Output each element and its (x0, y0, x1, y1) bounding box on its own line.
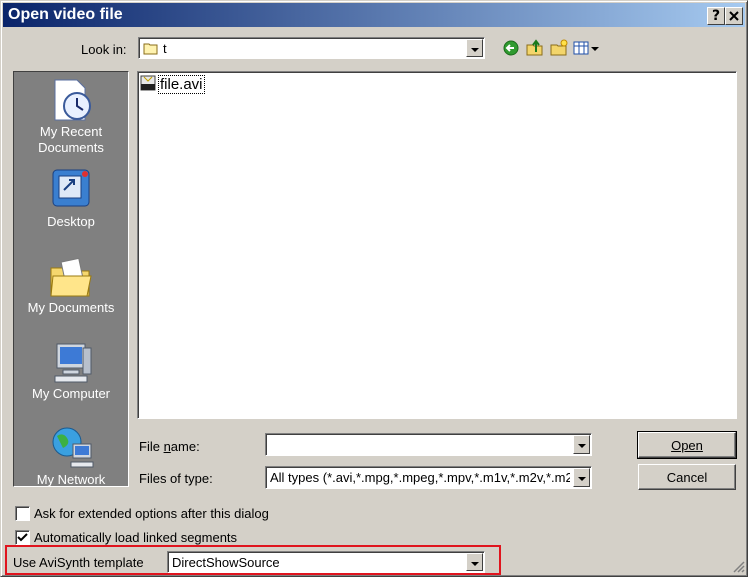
places-bar: My Recent Documents Desktop My Documents… (13, 71, 129, 487)
my-network-icon (52, 427, 94, 468)
my-computer-icon (54, 343, 92, 383)
place-desktop[interactable]: Desktop (14, 166, 128, 230)
files-of-type-combo[interactable]: All types (*.avi,*.mpg,*.mpeg,*.mpv,*.m1… (265, 466, 592, 489)
file-list[interactable]: file.avi (137, 71, 737, 419)
avisynth-template-label: Use AviSynth template (13, 555, 144, 570)
place-label: My Network (36, 472, 106, 487)
look-in-value: t (163, 41, 167, 56)
open-button[interactable]: Open (637, 431, 737, 459)
place-my-network[interactable]: My Network (14, 424, 128, 487)
folder-icon (143, 43, 158, 55)
look-in-label: Look in: (81, 42, 127, 57)
desktop-icon (52, 169, 90, 207)
recent-documents-icon (54, 79, 91, 121)
file-name-label: File name: (139, 439, 200, 454)
resize-grip-icon[interactable] (731, 559, 745, 573)
avi-file-icon (140, 75, 156, 91)
extended-options-label: Ask for extended options after this dial… (34, 506, 269, 521)
window-title: Open video file (8, 6, 123, 23)
file-name-combo[interactable] (265, 433, 592, 456)
file-name-dropdown-button[interactable] (573, 435, 590, 454)
place-label: My Documents (27, 300, 115, 315)
file-name-label: file.avi (158, 75, 205, 94)
checkmark-icon (17, 533, 28, 542)
look-in-combo[interactable]: t (138, 37, 485, 59)
close-icon (729, 11, 739, 21)
back-icon[interactable] (501, 39, 521, 57)
my-documents-icon (50, 257, 92, 297)
place-label: Desktop (47, 214, 95, 229)
avisynth-template-combo[interactable]: DirectShowSource (167, 551, 485, 573)
place-my-computer[interactable]: My Computer (14, 338, 128, 402)
file-name-input[interactable] (268, 436, 568, 451)
title-bar[interactable]: Open video file ? (3, 3, 745, 27)
avisynth-template-value: DirectShowSource (172, 555, 280, 570)
files-of-type-dropdown-button[interactable] (573, 468, 590, 487)
files-of-type-label: Files of type: (139, 471, 213, 486)
open-button-label: Open (671, 438, 703, 453)
linked-segments-label: Automatically load linked segments (34, 530, 238, 545)
avisynth-dropdown-button[interactable] (466, 553, 483, 571)
files-of-type-value: All types (*.avi,*.mpg,*.mpeg,*.mpv,*.m1… (270, 470, 570, 485)
look-in-dropdown-button[interactable] (466, 39, 483, 57)
cancel-button-label: Cancel (666, 470, 708, 485)
view-menu-icon[interactable] (573, 39, 601, 57)
place-my-recent-documents[interactable]: My Recent Documents (14, 76, 128, 156)
place-label: My Recent Documents (38, 124, 104, 155)
new-folder-icon[interactable] (549, 39, 569, 57)
close-button[interactable] (725, 7, 743, 25)
open-video-dialog: Open video file ? Look in: t My Recent D… (0, 0, 748, 577)
place-my-documents[interactable]: My Documents (14, 252, 128, 316)
extended-options-checkbox[interactable] (15, 506, 30, 521)
help-button[interactable]: ? (707, 7, 725, 25)
place-label: My Computer (31, 386, 111, 401)
up-folder-icon[interactable] (525, 39, 545, 57)
cancel-button[interactable]: Cancel (638, 464, 736, 490)
linked-segments-checkbox[interactable] (15, 530, 30, 545)
